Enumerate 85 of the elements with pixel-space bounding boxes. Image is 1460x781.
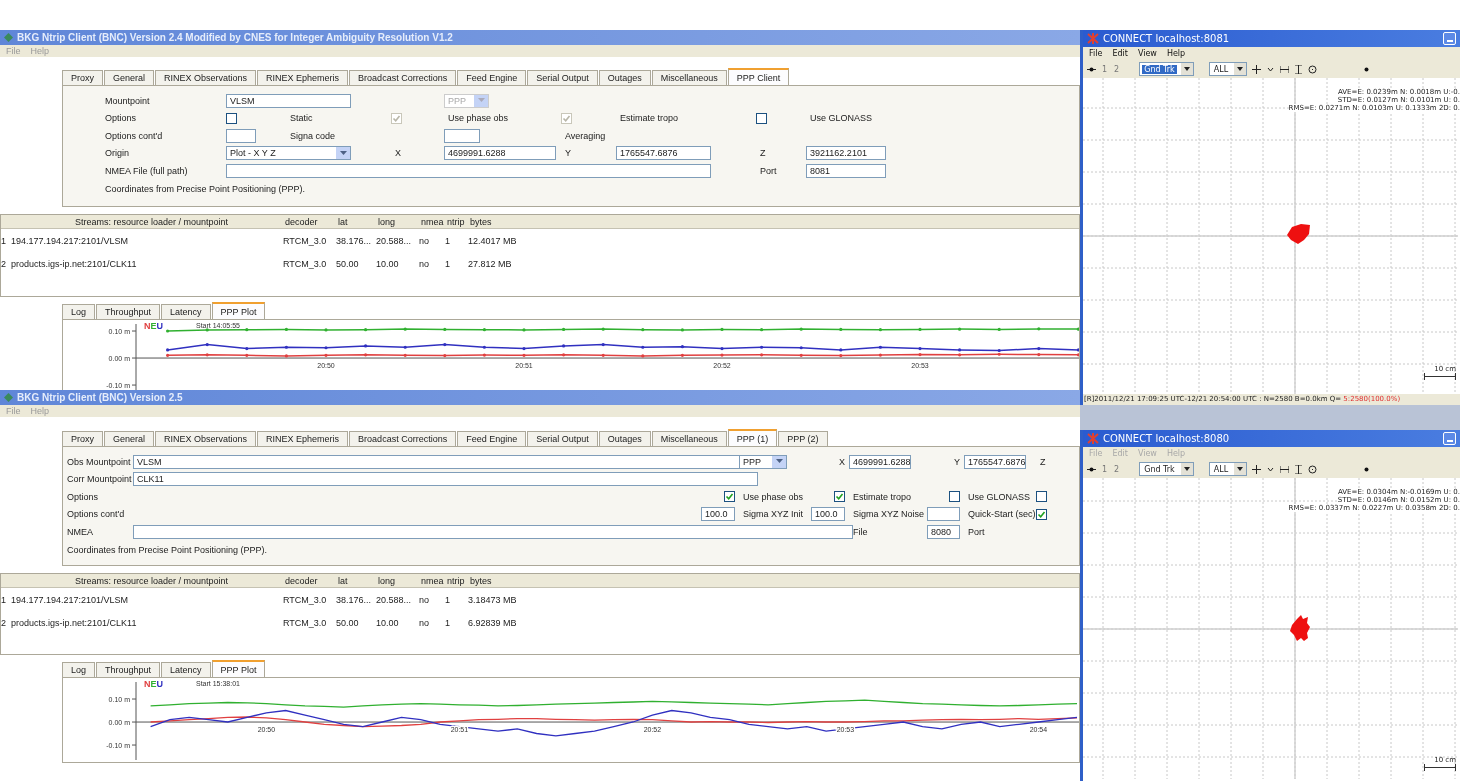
table-cell-text: 50.00 xyxy=(336,258,360,269)
field-label: NMEA File (full path) xyxy=(104,165,189,176)
field-label: Estimate tropo xyxy=(619,113,680,124)
field-label: Port xyxy=(759,165,778,176)
table-cell-text: RTCM_3.0 xyxy=(283,594,328,605)
column-header: decoder xyxy=(284,575,319,586)
column-header: lat xyxy=(337,575,349,586)
table-cell-text: no xyxy=(419,258,430,269)
field-label: Use phase obs xyxy=(742,491,805,502)
row-number: 1 xyxy=(1,235,7,246)
field-label: Quick-Start (sec) xyxy=(967,509,1036,520)
window-title: CONNECT localhost:8080 xyxy=(1103,433,1230,444)
table-cell-text: 3.18473 MB xyxy=(468,594,518,605)
field-label: Y xyxy=(564,148,572,159)
description-text: Coordinates from Precise Point Positioning (PPP). xyxy=(66,544,269,555)
column-header: ntrip xyxy=(446,216,466,227)
row-number: 1 xyxy=(1,594,7,605)
field-label: Obs Mountpoint xyxy=(66,456,132,467)
field-label: Static xyxy=(289,113,314,124)
table-cell-text: 38.176... xyxy=(336,594,373,605)
field-label: Z xyxy=(1039,456,1047,467)
table-cell-text: 194.177.194.217:2101/VLSM xyxy=(11,594,130,605)
field-label: File xyxy=(852,526,869,537)
field-label: Estimate tropo xyxy=(852,491,913,502)
legend-text: NEU xyxy=(144,679,163,689)
field-label: Mountpoint xyxy=(104,95,151,106)
column-header: decoder xyxy=(284,216,319,227)
table-cell-text: 27.812 MB xyxy=(468,258,513,269)
table-cell-text: no xyxy=(419,594,430,605)
legend-text: NEU xyxy=(144,321,163,331)
column-header: bytes xyxy=(469,216,493,227)
column-header: long xyxy=(377,216,396,227)
field-label: Use phase obs xyxy=(447,113,510,124)
field-label: Origin xyxy=(104,148,130,159)
table-cell-text: 38.176... xyxy=(336,235,373,246)
column-header: nmea xyxy=(420,216,445,227)
window-title: BKG Ntrip Client (BNC) Version 2.5 xyxy=(17,392,183,403)
table-cell-text: products.igs-ip.net:2101/CLK11 xyxy=(11,617,138,628)
column-header: Streams: resource loader / mountpoint xyxy=(74,575,230,586)
field-label: Options xyxy=(104,113,138,124)
table-cell-text: 1 xyxy=(445,235,451,246)
table-cell-text: products.igs-ip.net:2101/CLK11 xyxy=(11,258,138,269)
table-cell-text: 12.4017 MB xyxy=(468,235,518,246)
field-label: Use GLONASS xyxy=(967,491,1032,502)
field-label: Port xyxy=(967,526,986,537)
table-cell-text: 6.92839 MB xyxy=(468,617,518,628)
table-cell-text: 20.588... xyxy=(376,594,413,605)
field-label: X xyxy=(394,148,402,159)
table-cell-text: no xyxy=(419,617,430,628)
table-cell-text: no xyxy=(419,235,430,246)
column-header: nmea xyxy=(420,575,445,586)
description-text: Coordinates from Precise Point Positioning (PPP). xyxy=(104,183,307,194)
field-label: Options cont'd xyxy=(66,509,126,520)
field-label: Use GLONASS xyxy=(809,113,874,124)
field-label: Corr Mountpoint xyxy=(66,474,133,485)
table-cell-text: RTCM_3.0 xyxy=(283,235,328,246)
field-label: Options cont'd xyxy=(104,130,164,141)
table-cell-text: 194.177.194.217:2101/VLSM xyxy=(11,235,130,246)
table-cell-text: 1 xyxy=(445,594,451,605)
column-header: Streams: resource loader / mountpoint xyxy=(74,216,230,227)
table-cell-text: RTCM_3.0 xyxy=(283,258,328,269)
field-label: Averaging xyxy=(564,130,607,141)
table-cell-text: 10.00 xyxy=(376,258,400,269)
table-cell-text: 10.00 xyxy=(376,617,400,628)
table-cell-text: 1 xyxy=(445,617,451,628)
window-title: BKG Ntrip Client (BNC) Version 2.4 Modified by CNES for Integer Ambiguity Resolution V1.2 xyxy=(17,32,453,43)
column-header: long xyxy=(377,575,396,586)
field-label: Sigma XYZ Init xyxy=(742,509,805,520)
window-title: CONNECT localhost:8081 xyxy=(1103,33,1230,44)
field-label: NMEA xyxy=(66,526,94,537)
field-label: Signa code xyxy=(289,130,337,141)
table-cell-text: RTCM_3.0 xyxy=(283,617,328,628)
table-cell-text: 50.00 xyxy=(336,617,360,628)
field-label: Z xyxy=(759,148,767,159)
field-label: Y xyxy=(953,456,960,467)
row-number: 2 xyxy=(1,258,7,269)
field-label: X xyxy=(838,456,845,467)
table-cell-text: 20.588... xyxy=(376,235,413,246)
column-header: lat xyxy=(337,216,349,227)
field-label: Options xyxy=(66,491,100,502)
field-label: Sigma XYZ Noise xyxy=(852,509,926,520)
row-number: 2 xyxy=(1,617,7,628)
table-cell-text: 1 xyxy=(445,258,451,269)
column-header: bytes xyxy=(469,575,493,586)
column-header: ntrip xyxy=(446,575,466,586)
